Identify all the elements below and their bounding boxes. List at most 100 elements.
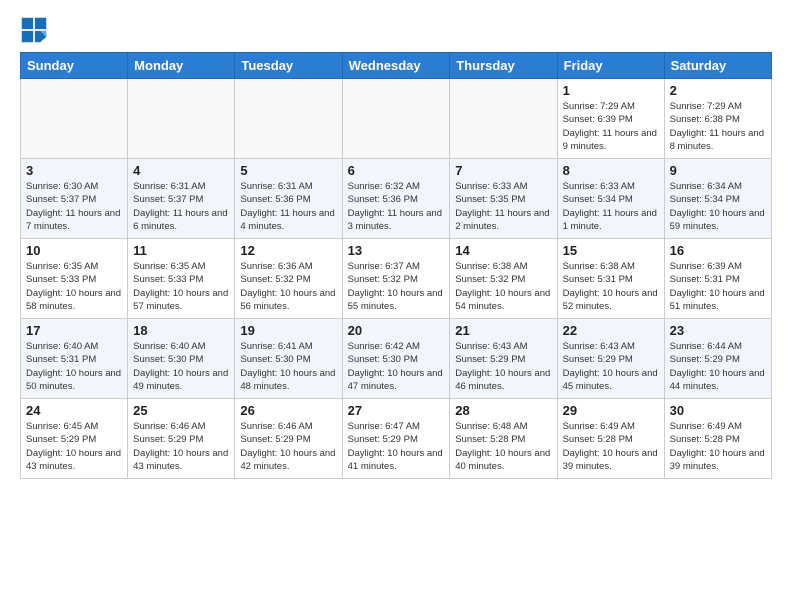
calendar-cell: 15 Sunrise: 6:38 AM Sunset: 5:31 PM Dayli… <box>557 239 664 319</box>
day-info: Sunrise: 6:35 AM Sunset: 5:33 PM Dayligh… <box>26 260 122 313</box>
calendar-cell: 7 Sunrise: 6:33 AM Sunset: 5:35 PM Daylig… <box>450 159 557 239</box>
day-info: Sunrise: 6:43 AM Sunset: 5:29 PM Dayligh… <box>563 340 659 393</box>
day-number: 5 <box>240 163 336 178</box>
day-info: Sunrise: 6:31 AM Sunset: 5:37 PM Dayligh… <box>133 180 229 233</box>
day-info: Sunrise: 6:46 AM Sunset: 5:29 PM Dayligh… <box>133 420 229 473</box>
day-info: Sunrise: 6:34 AM Sunset: 5:34 PM Dayligh… <box>670 180 766 233</box>
day-number: 29 <box>563 403 659 418</box>
day-number: 8 <box>563 163 659 178</box>
day-number: 19 <box>240 323 336 338</box>
calendar-cell: 19 Sunrise: 6:41 AM Sunset: 5:30 PM Dayli… <box>235 319 342 399</box>
calendar-cell: 4 Sunrise: 6:31 AM Sunset: 5:37 PM Daylig… <box>128 159 235 239</box>
calendar-cell <box>342 79 450 159</box>
day-number: 27 <box>348 403 445 418</box>
calendar-week-row: 3 Sunrise: 6:30 AM Sunset: 5:37 PM Daylig… <box>21 159 772 239</box>
day-number: 4 <box>133 163 229 178</box>
day-number: 26 <box>240 403 336 418</box>
day-info: Sunrise: 6:35 AM Sunset: 5:33 PM Dayligh… <box>133 260 229 313</box>
day-info: Sunrise: 6:38 AM Sunset: 5:31 PM Dayligh… <box>563 260 659 313</box>
calendar-cell: 3 Sunrise: 6:30 AM Sunset: 5:37 PM Daylig… <box>21 159 128 239</box>
day-info: Sunrise: 6:30 AM Sunset: 5:37 PM Dayligh… <box>26 180 122 233</box>
day-number: 3 <box>26 163 122 178</box>
day-number: 25 <box>133 403 229 418</box>
day-number: 22 <box>563 323 659 338</box>
calendar-cell: 18 Sunrise: 6:40 AM Sunset: 5:30 PM Dayli… <box>128 319 235 399</box>
day-info: Sunrise: 6:43 AM Sunset: 5:29 PM Dayligh… <box>455 340 551 393</box>
day-info: Sunrise: 6:49 AM Sunset: 5:28 PM Dayligh… <box>563 420 659 473</box>
col-header-monday: Monday <box>128 53 235 79</box>
calendar-cell: 25 Sunrise: 6:46 AM Sunset: 5:29 PM Dayli… <box>128 399 235 479</box>
day-number: 2 <box>670 83 766 98</box>
calendar-cell: 14Sunrise: 6:38 AM Sunset: 5:32 PM Dayli… <box>450 239 557 319</box>
day-info: Sunrise: 6:32 AM Sunset: 5:36 PM Dayligh… <box>348 180 445 233</box>
calendar-cell: 21 Sunrise: 6:43 AM Sunset: 5:29 PM Dayli… <box>450 319 557 399</box>
day-info: Sunrise: 6:44 AM Sunset: 5:29 PM Dayligh… <box>670 340 766 393</box>
calendar-cell: 2 Sunrise: 7:29 AM Sunset: 6:38 PM Daylig… <box>664 79 771 159</box>
col-header-saturday: Saturday <box>664 53 771 79</box>
day-number: 28 <box>455 403 551 418</box>
day-number: 6 <box>348 163 445 178</box>
day-number: 1 <box>563 83 659 98</box>
day-number: 18 <box>133 323 229 338</box>
calendar-cell: 8 Sunrise: 6:33 AM Sunset: 5:34 PM Daylig… <box>557 159 664 239</box>
day-info: Sunrise: 6:48 AM Sunset: 5:28 PM Dayligh… <box>455 420 551 473</box>
day-info: Sunrise: 7:29 AM Sunset: 6:38 PM Dayligh… <box>670 100 766 153</box>
col-header-wednesday: Wednesday <box>342 53 450 79</box>
calendar-header-row: SundayMondayTuesdayWednesdayThursdayFrid… <box>21 53 772 79</box>
calendar-table: SundayMondayTuesdayWednesdayThursdayFrid… <box>20 52 772 479</box>
calendar-cell: 30 Sunrise: 6:49 AM Sunset: 5:28 PM Dayli… <box>664 399 771 479</box>
logo-icon <box>20 16 48 44</box>
day-info: Sunrise: 6:45 AM Sunset: 5:29 PM Dayligh… <box>26 420 122 473</box>
calendar-cell: 29 Sunrise: 6:49 AM Sunset: 5:28 PM Dayli… <box>557 399 664 479</box>
day-info: Sunrise: 6:41 AM Sunset: 5:30 PM Dayligh… <box>240 340 336 393</box>
calendar-cell: 11 Sunrise: 6:35 AM Sunset: 5:33 PM Dayli… <box>128 239 235 319</box>
col-header-sunday: Sunday <box>21 53 128 79</box>
calendar-cell: 26 Sunrise: 6:46 AM Sunset: 5:29 PM Dayli… <box>235 399 342 479</box>
page-header <box>20 16 772 44</box>
day-number: 14 <box>455 243 551 258</box>
day-info: Sunrise: 6:31 AM Sunset: 5:36 PM Dayligh… <box>240 180 336 233</box>
day-number: 12 <box>240 243 336 258</box>
calendar-cell: 5 Sunrise: 6:31 AM Sunset: 5:36 PM Daylig… <box>235 159 342 239</box>
logo <box>20 16 52 44</box>
day-number: 15 <box>563 243 659 258</box>
calendar-cell: 27 Sunrise: 6:47 AM Sunset: 5:29 PM Dayli… <box>342 399 450 479</box>
day-number: 16 <box>670 243 766 258</box>
day-info: Sunrise: 6:47 AM Sunset: 5:29 PM Dayligh… <box>348 420 445 473</box>
day-info: Sunrise: 6:49 AM Sunset: 5:28 PM Dayligh… <box>670 420 766 473</box>
day-info: Sunrise: 6:33 AM Sunset: 5:34 PM Dayligh… <box>563 180 659 233</box>
day-number: 24 <box>26 403 122 418</box>
calendar-cell <box>128 79 235 159</box>
calendar-cell <box>235 79 342 159</box>
calendar-cell: 22 Sunrise: 6:43 AM Sunset: 5:29 PM Dayli… <box>557 319 664 399</box>
day-info: Sunrise: 6:46 AM Sunset: 5:29 PM Dayligh… <box>240 420 336 473</box>
day-number: 20 <box>348 323 445 338</box>
day-number: 10 <box>26 243 122 258</box>
day-number: 9 <box>670 163 766 178</box>
calendar-cell: 23Sunrise: 6:44 AM Sunset: 5:29 PM Dayli… <box>664 319 771 399</box>
day-info: Sunrise: 6:40 AM Sunset: 5:30 PM Dayligh… <box>133 340 229 393</box>
day-number: 21 <box>455 323 551 338</box>
day-info: Sunrise: 6:40 AM Sunset: 5:31 PM Dayligh… <box>26 340 122 393</box>
day-info: Sunrise: 6:42 AM Sunset: 5:30 PM Dayligh… <box>348 340 445 393</box>
calendar-week-row: 1 Sunrise: 7:29 AM Sunset: 6:39 PM Daylig… <box>21 79 772 159</box>
calendar-cell: 28 Sunrise: 6:48 AM Sunset: 5:28 PM Dayli… <box>450 399 557 479</box>
day-number: 17 <box>26 323 122 338</box>
calendar-week-row: 24 Sunrise: 6:45 AM Sunset: 5:29 PM Dayli… <box>21 399 772 479</box>
calendar-cell: 9 Sunrise: 6:34 AM Sunset: 5:34 PM Daylig… <box>664 159 771 239</box>
col-header-friday: Friday <box>557 53 664 79</box>
day-number: 7 <box>455 163 551 178</box>
day-info: Sunrise: 6:33 AM Sunset: 5:35 PM Dayligh… <box>455 180 551 233</box>
day-number: 11 <box>133 243 229 258</box>
day-info: Sunrise: 6:39 AM Sunset: 5:31 PM Dayligh… <box>670 260 766 313</box>
day-number: 30 <box>670 403 766 418</box>
calendar-week-row: 17 Sunrise: 6:40 AM Sunset: 5:31 PM Dayli… <box>21 319 772 399</box>
calendar-cell <box>450 79 557 159</box>
calendar-cell: 12 Sunrise: 6:36 AM Sunset: 5:32 PM Dayli… <box>235 239 342 319</box>
calendar-cell: 10 Sunrise: 6:35 AM Sunset: 5:33 PM Dayli… <box>21 239 128 319</box>
day-info: Sunrise: 6:36 AM Sunset: 5:32 PM Dayligh… <box>240 260 336 313</box>
day-info: Sunrise: 6:37 AM Sunset: 5:32 PM Dayligh… <box>348 260 445 313</box>
day-info: Sunrise: 7:29 AM Sunset: 6:39 PM Dayligh… <box>563 100 659 153</box>
calendar-cell: 13Sunrise: 6:37 AM Sunset: 5:32 PM Dayli… <box>342 239 450 319</box>
col-header-tuesday: Tuesday <box>235 53 342 79</box>
